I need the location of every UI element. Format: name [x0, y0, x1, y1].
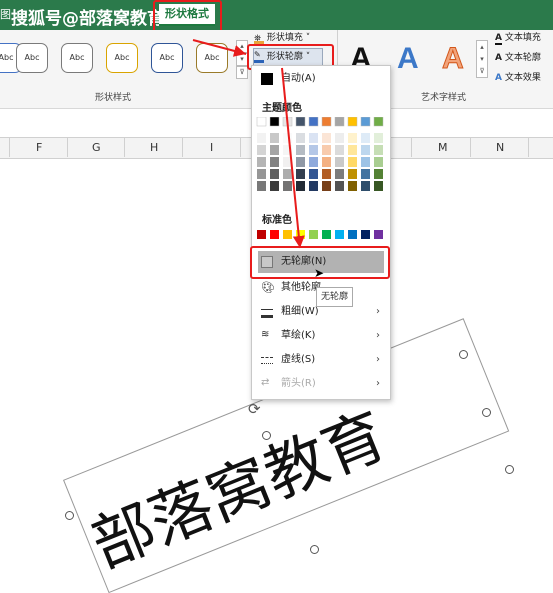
annotation-arrow-2: [281, 67, 305, 249]
annotation-arrows: [192, 39, 305, 249]
annotation-arrow-1: [192, 39, 247, 57]
